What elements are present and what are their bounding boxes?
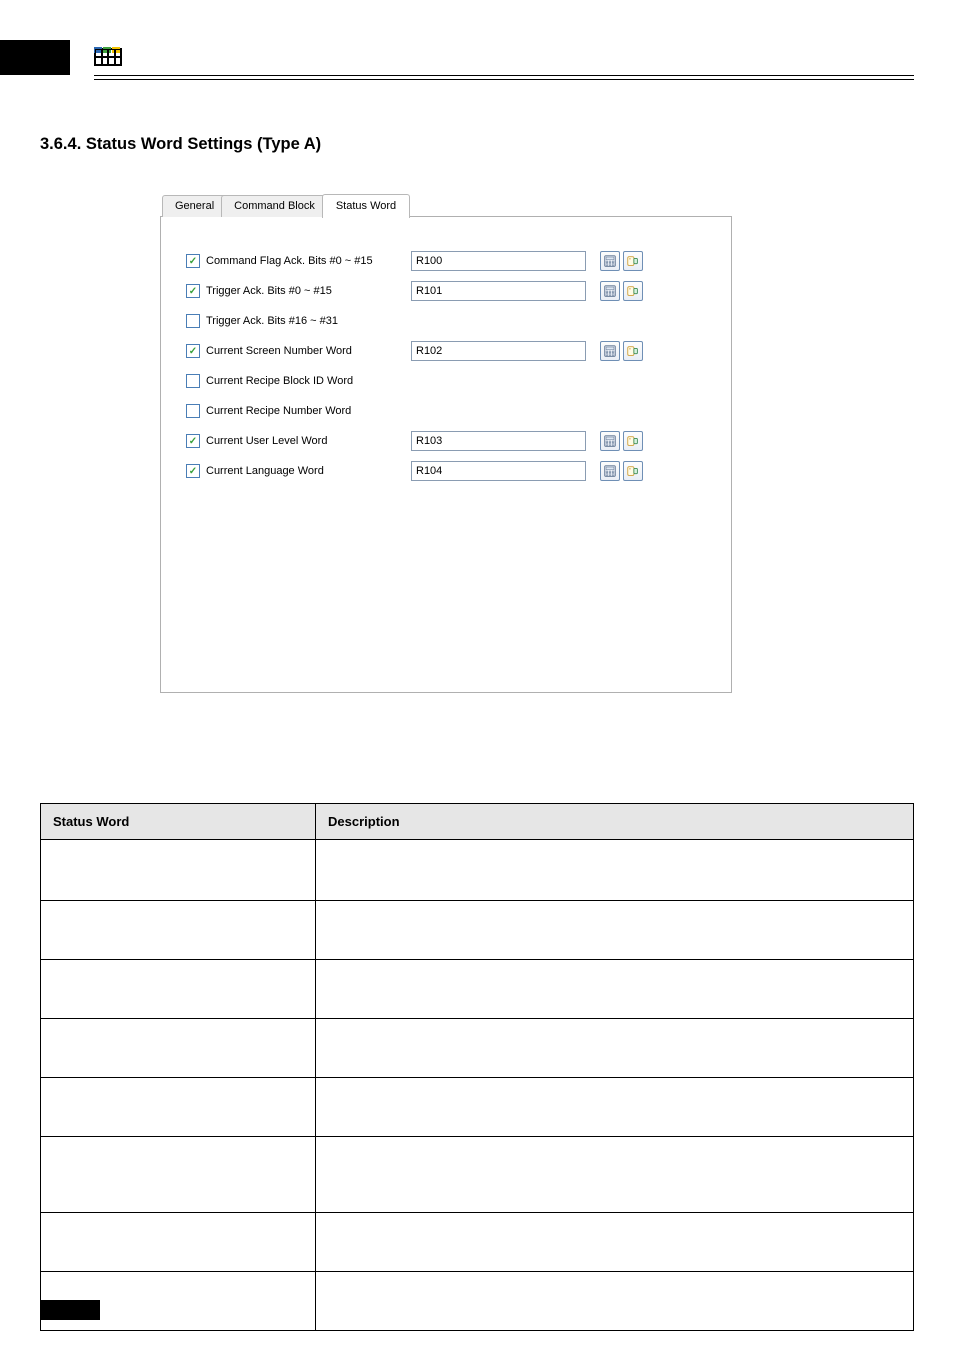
current-screen-number-word-input[interactable]: [411, 341, 586, 361]
table-row: [41, 901, 914, 960]
table-header-status-word: Status Word: [41, 804, 316, 840]
table-cell-status-word: [41, 1137, 316, 1213]
table-cell-description: [316, 901, 914, 960]
keypad-icon[interactable]: [600, 341, 620, 361]
trigger-ack-0-15-label: Trigger Ack. Bits #0 ~ #15: [206, 285, 411, 297]
table-row: [41, 840, 914, 901]
tag-browser-icon[interactable]: [623, 251, 643, 271]
command-flag-ack-0-15: Command Flag Ack. Bits #0 ~ #15: [186, 250, 713, 272]
tag-browser-icon[interactable]: [623, 341, 643, 361]
tab-command-block[interactable]: Command Block: [221, 195, 328, 217]
current-user-level-word: Current User Level Word: [186, 430, 713, 452]
current-recipe-number-word-checkbox[interactable]: [186, 404, 200, 418]
table-row: [41, 1213, 914, 1272]
header-rule: [94, 75, 914, 80]
command-flag-ack-0-15-checkbox[interactable]: [186, 254, 200, 268]
table-cell-description: [316, 1272, 914, 1331]
status-word-description-table: Status Word Description: [40, 803, 914, 1331]
trigger-ack-16-31: Trigger Ack. Bits #16 ~ #31: [186, 310, 713, 332]
current-language-word-input[interactable]: [411, 461, 586, 481]
table-cell-description: [316, 1019, 914, 1078]
table-cell-status-word: [41, 840, 316, 901]
current-screen-number-word-label: Current Screen Number Word: [206, 345, 411, 357]
app-logo-icon: [94, 40, 122, 68]
table-cell-description: [316, 1137, 914, 1213]
table-row: [41, 1137, 914, 1213]
command-flag-ack-0-15-label: Command Flag Ack. Bits #0 ~ #15: [206, 255, 411, 267]
keypad-icon[interactable]: [600, 251, 620, 271]
table-row: [41, 1272, 914, 1331]
current-recipe-block-id-word-checkbox[interactable]: [186, 374, 200, 388]
tag-browser-icon[interactable]: [623, 431, 643, 451]
table-row: [41, 960, 914, 1019]
table-cell-description: [316, 840, 914, 901]
current-language-word-checkbox[interactable]: [186, 464, 200, 478]
status-word-dialog: General Command Block Status Word Comman…: [160, 194, 732, 693]
table-cell-status-word: [41, 901, 316, 960]
current-language-word: Current Language Word: [186, 460, 713, 482]
section-title: 3.6.4. Status Word Settings (Type A): [40, 135, 954, 154]
keypad-icon[interactable]: [600, 431, 620, 451]
current-user-level-word-input[interactable]: [411, 431, 586, 451]
tab-general[interactable]: General: [162, 195, 227, 217]
keypad-icon[interactable]: [600, 281, 620, 301]
table-cell-status-word: [41, 1078, 316, 1137]
current-user-level-word-checkbox[interactable]: [186, 434, 200, 448]
table-row: [41, 1019, 914, 1078]
current-language-word-label: Current Language Word: [206, 465, 411, 477]
keypad-icon[interactable]: [600, 461, 620, 481]
table-cell-description: [316, 1078, 914, 1137]
table-cell-status-word: [41, 960, 316, 1019]
current-recipe-number-word-label: Current Recipe Number Word: [206, 405, 411, 417]
table-header-description: Description: [316, 804, 914, 840]
trigger-ack-16-31-label: Trigger Ack. Bits #16 ~ #31: [206, 315, 411, 327]
tag-browser-icon[interactable]: [623, 461, 643, 481]
trigger-ack-0-15: Trigger Ack. Bits #0 ~ #15: [186, 280, 713, 302]
command-flag-ack-0-15-input[interactable]: [411, 251, 586, 271]
current-screen-number-word: Current Screen Number Word: [186, 340, 713, 362]
table-cell-status-word: [41, 1019, 316, 1078]
tab-status-word[interactable]: Status Word: [322, 194, 410, 218]
table-cell-status-word: [41, 1213, 316, 1272]
page-header: [0, 0, 954, 80]
dialog-tabs: General Command Block Status Word: [160, 194, 732, 217]
table-cell-description: [316, 960, 914, 1019]
trigger-ack-16-31-checkbox[interactable]: [186, 314, 200, 328]
dialog-body: Command Flag Ack. Bits #0 ~ #15 Trigger A…: [160, 216, 732, 693]
current-recipe-number-word: Current Recipe Number Word: [186, 400, 713, 422]
trigger-ack-0-15-input[interactable]: [411, 281, 586, 301]
current-screen-number-word-checkbox[interactable]: [186, 344, 200, 358]
current-recipe-block-id-word: Current Recipe Block ID Word: [186, 370, 713, 392]
header-accent-block: [0, 40, 70, 75]
tag-browser-icon[interactable]: [623, 281, 643, 301]
table-cell-description: [316, 1213, 914, 1272]
table-row: [41, 1078, 914, 1137]
footer-accent-block: [40, 1300, 100, 1320]
current-user-level-word-label: Current User Level Word: [206, 435, 411, 447]
trigger-ack-0-15-checkbox[interactable]: [186, 284, 200, 298]
current-recipe-block-id-word-label: Current Recipe Block ID Word: [206, 375, 411, 387]
